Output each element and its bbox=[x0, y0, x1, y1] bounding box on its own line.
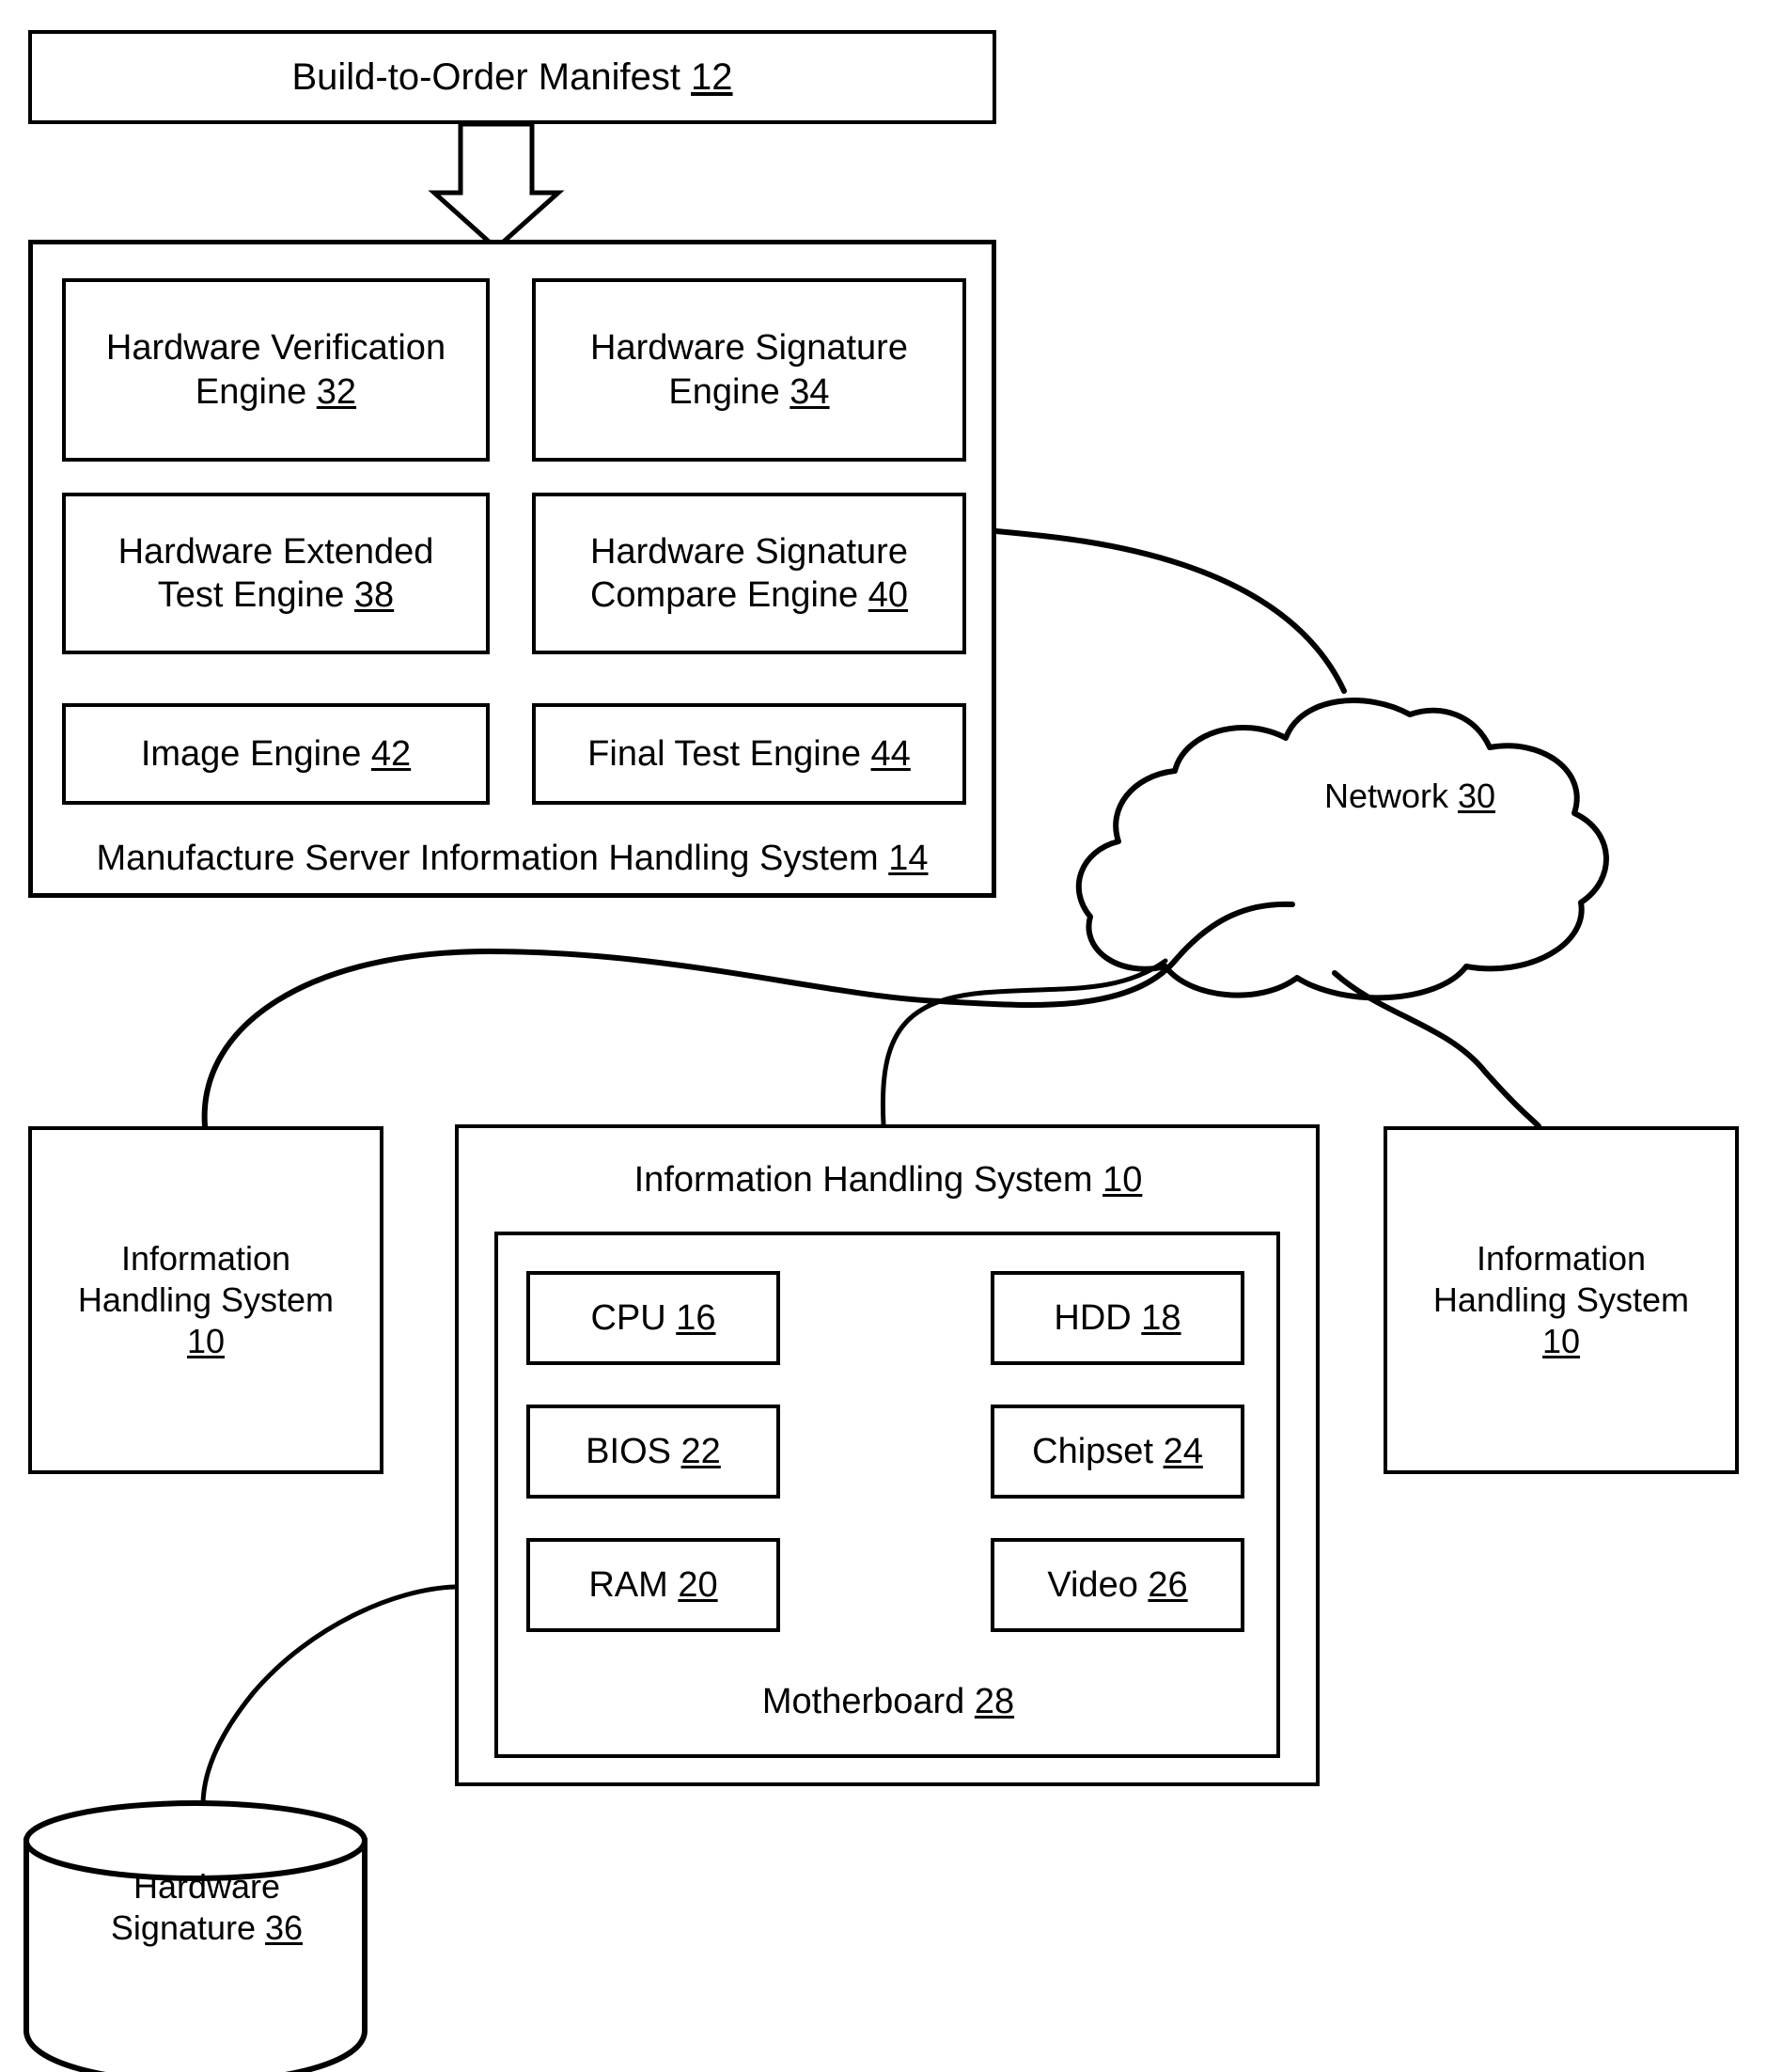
engine-label: Image Engine 42 bbox=[140, 733, 412, 774]
hardware-signature-compare-engine-box[interactable]: Hardware Signature Compare Engine 40 bbox=[532, 493, 966, 654]
engine-label: Hardware Signature Compare Engine 40 bbox=[589, 531, 908, 615]
component-ref: 22 bbox=[680, 1431, 721, 1471]
component-ref: 20 bbox=[678, 1564, 718, 1605]
system-to-database-connector bbox=[200, 1584, 458, 1808]
component-label: HDD 18 bbox=[1054, 1297, 1181, 1338]
component-label: CPU 16 bbox=[590, 1297, 716, 1338]
system-label: Information Handling System 10 bbox=[1432, 1239, 1690, 1360]
bios-box[interactable]: BIOS 22 bbox=[526, 1405, 780, 1499]
system-label: Information Handling System 10 bbox=[77, 1239, 335, 1360]
component-ref: 16 bbox=[676, 1297, 716, 1338]
component-ref: 26 bbox=[1148, 1564, 1188, 1605]
build-to-order-manifest-box[interactable]: Build-to-Order Manifest 12 bbox=[28, 30, 996, 124]
engine-ref: 34 bbox=[790, 371, 830, 412]
component-label: Chipset 24 bbox=[1032, 1431, 1203, 1471]
final-test-engine-box[interactable]: Final Test Engine 44 bbox=[532, 703, 966, 805]
network-ref: 30 bbox=[1457, 777, 1496, 815]
network-to-right-system-connector bbox=[1332, 970, 1541, 1129]
hardware-signature-database-ref: 36 bbox=[265, 1907, 304, 1947]
manifest-label: Build-to-Order Manifest 12 bbox=[291, 55, 733, 98]
network-label: Network 30 bbox=[1323, 777, 1496, 815]
server-to-left-system-connector bbox=[201, 948, 943, 1129]
network-to-systems-connector bbox=[937, 901, 1295, 1008]
system-ref: 10 bbox=[1541, 1321, 1581, 1360]
engine-ref: 44 bbox=[870, 733, 911, 774]
figure-canvas: Build-to-Order Manifest 12 Manufacture S… bbox=[0, 0, 1767, 2072]
network-cloud-icon bbox=[1075, 698, 1609, 1001]
information-handling-system-main-ref: 10 bbox=[1102, 1160, 1143, 1200]
information-handling-system-right-box[interactable]: Information Handling System 10 bbox=[1384, 1126, 1739, 1474]
component-label: Video 26 bbox=[1047, 1564, 1188, 1605]
engine-ref: 42 bbox=[370, 733, 412, 774]
engine-ref: 32 bbox=[316, 371, 357, 412]
image-engine-box[interactable]: Image Engine 42 bbox=[62, 703, 490, 805]
information-handling-system-main-label: Information Handling System 10 bbox=[633, 1160, 1143, 1200]
engine-label: Final Test Engine 44 bbox=[587, 733, 911, 774]
component-ref: 18 bbox=[1141, 1297, 1181, 1338]
component-label: RAM 20 bbox=[588, 1564, 718, 1605]
manufacture-server-ref: 14 bbox=[888, 839, 929, 878]
system-ref: 10 bbox=[186, 1321, 226, 1360]
cpu-box[interactable]: CPU 16 bbox=[526, 1271, 780, 1365]
video-box[interactable]: Video 26 bbox=[991, 1538, 1244, 1632]
hardware-extended-test-engine-box[interactable]: Hardware Extended Test Engine 38 bbox=[62, 493, 490, 654]
chipset-box[interactable]: Chipset 24 bbox=[991, 1405, 1244, 1499]
component-label: BIOS 22 bbox=[586, 1431, 721, 1471]
server-to-network-connector bbox=[993, 528, 1347, 694]
main-system-to-network-connector bbox=[880, 958, 1168, 1127]
motherboard-ref: 28 bbox=[974, 1682, 1015, 1721]
engine-label: Hardware Signature Engine 34 bbox=[590, 328, 908, 412]
ram-box[interactable]: RAM 20 bbox=[526, 1538, 780, 1632]
manifest-to-server-arrow bbox=[428, 121, 565, 252]
hardware-signature-database-label: Hardware Signature 36 bbox=[110, 1867, 304, 1947]
engine-label: Hardware Extended Test Engine 38 bbox=[117, 531, 434, 615]
manifest-ref: 12 bbox=[691, 55, 733, 98]
motherboard-label: Motherboard 28 bbox=[761, 1682, 1015, 1721]
hardware-verification-engine-box[interactable]: Hardware Verification Engine 32 bbox=[62, 278, 490, 462]
hdd-box[interactable]: HDD 18 bbox=[991, 1271, 1244, 1365]
engine-ref: 40 bbox=[868, 575, 908, 615]
engine-ref: 38 bbox=[353, 575, 395, 615]
component-ref: 24 bbox=[1163, 1431, 1203, 1471]
information-handling-system-left-box[interactable]: Information Handling System 10 bbox=[28, 1126, 383, 1474]
engine-label: Hardware Verification Engine 32 bbox=[105, 328, 446, 412]
hardware-signature-engine-box[interactable]: Hardware Signature Engine 34 bbox=[532, 278, 966, 462]
manufacture-server-label: Manufacture Server Information Handling … bbox=[96, 839, 929, 878]
